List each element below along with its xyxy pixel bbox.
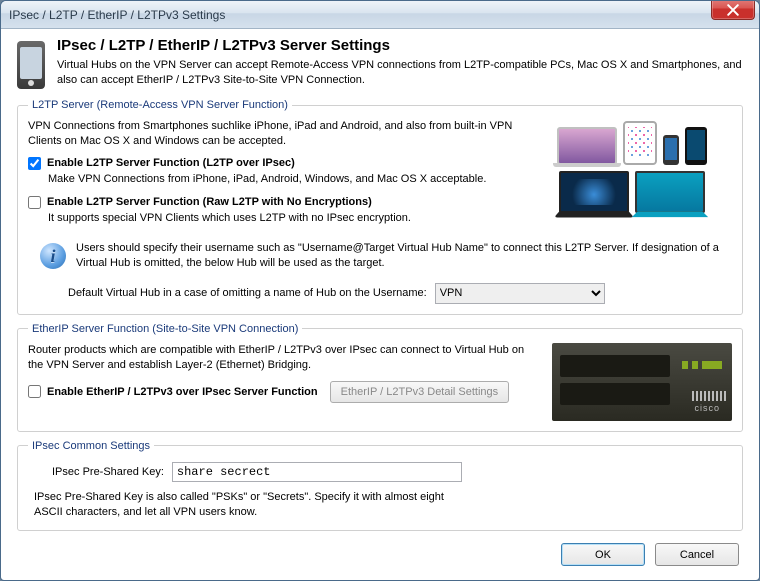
l2tp-raw-desc: It supports special VPN Clients which us… — [48, 211, 522, 225]
psk-note: IPsec Pre-Shared Key is also called "PSK… — [34, 490, 454, 520]
etherip-detail-button[interactable]: EtherIP / L2TPv3 Detail Settings — [330, 381, 510, 403]
close-button[interactable] — [711, 0, 755, 20]
default-hub-select[interactable]: VPN — [435, 283, 605, 304]
dialog-window: IPsec / L2TP / EtherIP / L2TPv3 Settings… — [0, 0, 760, 581]
titlebar[interactable]: IPsec / L2TP / EtherIP / L2TPv3 Settings — [1, 1, 759, 29]
close-icon — [727, 4, 739, 16]
cisco-logo: cisco — [694, 403, 720, 413]
window-title: IPsec / L2TP / EtherIP / L2TPv3 Settings — [7, 8, 225, 22]
l2tp-group: L2TP Server (Remote-Access VPN Server Fu… — [17, 99, 743, 315]
etherip-intro: Router products which are compatible wit… — [28, 343, 542, 373]
cancel-button[interactable]: Cancel — [655, 543, 739, 566]
header: IPsec / L2TP / EtherIP / L2TPv3 Server S… — [17, 37, 743, 89]
enable-l2tp-ipsec-label[interactable]: Enable L2TP Server Function (L2TP over I… — [47, 157, 295, 169]
ipad-icon — [623, 121, 657, 165]
enable-l2tp-raw-checkbox[interactable] — [28, 196, 41, 209]
windows-laptop-icon — [559, 171, 629, 213]
info-icon: i — [40, 243, 66, 269]
surface-tablet-icon — [635, 171, 705, 213]
device-illustration — [532, 119, 732, 235]
page-subtitle: Virtual Hubs on the VPN Server can accep… — [57, 58, 743, 88]
psk-label: IPsec Pre-Shared Key: — [52, 466, 164, 478]
l2tp-ipsec-desc: Make VPN Connections from iPhone, iPad, … — [48, 172, 522, 186]
default-hub-label: Default Virtual Hub in a case of omittin… — [68, 287, 427, 299]
macbook-icon — [557, 127, 617, 165]
l2tp-info-text: Users should specify their username such… — [76, 241, 732, 271]
router-illustration: cisco — [552, 343, 732, 421]
ipsec-common-legend: IPsec Common Settings — [28, 440, 154, 452]
enable-etherip-label[interactable]: Enable EtherIP / L2TPv3 over IPsec Serve… — [47, 386, 318, 398]
dialog-buttons: OK Cancel — [561, 543, 739, 566]
etherip-group: EtherIP Server Function (Site-to-Site VP… — [17, 323, 743, 432]
enable-l2tp-ipsec-checkbox[interactable] — [28, 157, 41, 170]
android-phone-icon — [685, 127, 707, 165]
l2tp-intro: VPN Connections from Smartphones suchlik… — [28, 119, 522, 149]
header-text: IPsec / L2TP / EtherIP / L2TPv3 Server S… — [57, 37, 743, 89]
ipsec-common-group: IPsec Common Settings IPsec Pre-Shared K… — [17, 440, 743, 531]
etherip-legend: EtherIP Server Function (Site-to-Site VP… — [28, 323, 302, 335]
enable-l2tp-raw-label[interactable]: Enable L2TP Server Function (Raw L2TP wi… — [47, 196, 372, 208]
iphone-icon — [663, 135, 679, 165]
smartphone-icon — [17, 41, 45, 89]
dialog-content: IPsec / L2TP / EtherIP / L2TPv3 Server S… — [1, 29, 759, 549]
psk-input[interactable] — [172, 462, 462, 482]
ok-button[interactable]: OK — [561, 543, 645, 566]
page-title: IPsec / L2TP / EtherIP / L2TPv3 Server S… — [57, 37, 743, 54]
enable-etherip-checkbox[interactable] — [28, 385, 41, 398]
l2tp-legend: L2TP Server (Remote-Access VPN Server Fu… — [28, 99, 292, 111]
